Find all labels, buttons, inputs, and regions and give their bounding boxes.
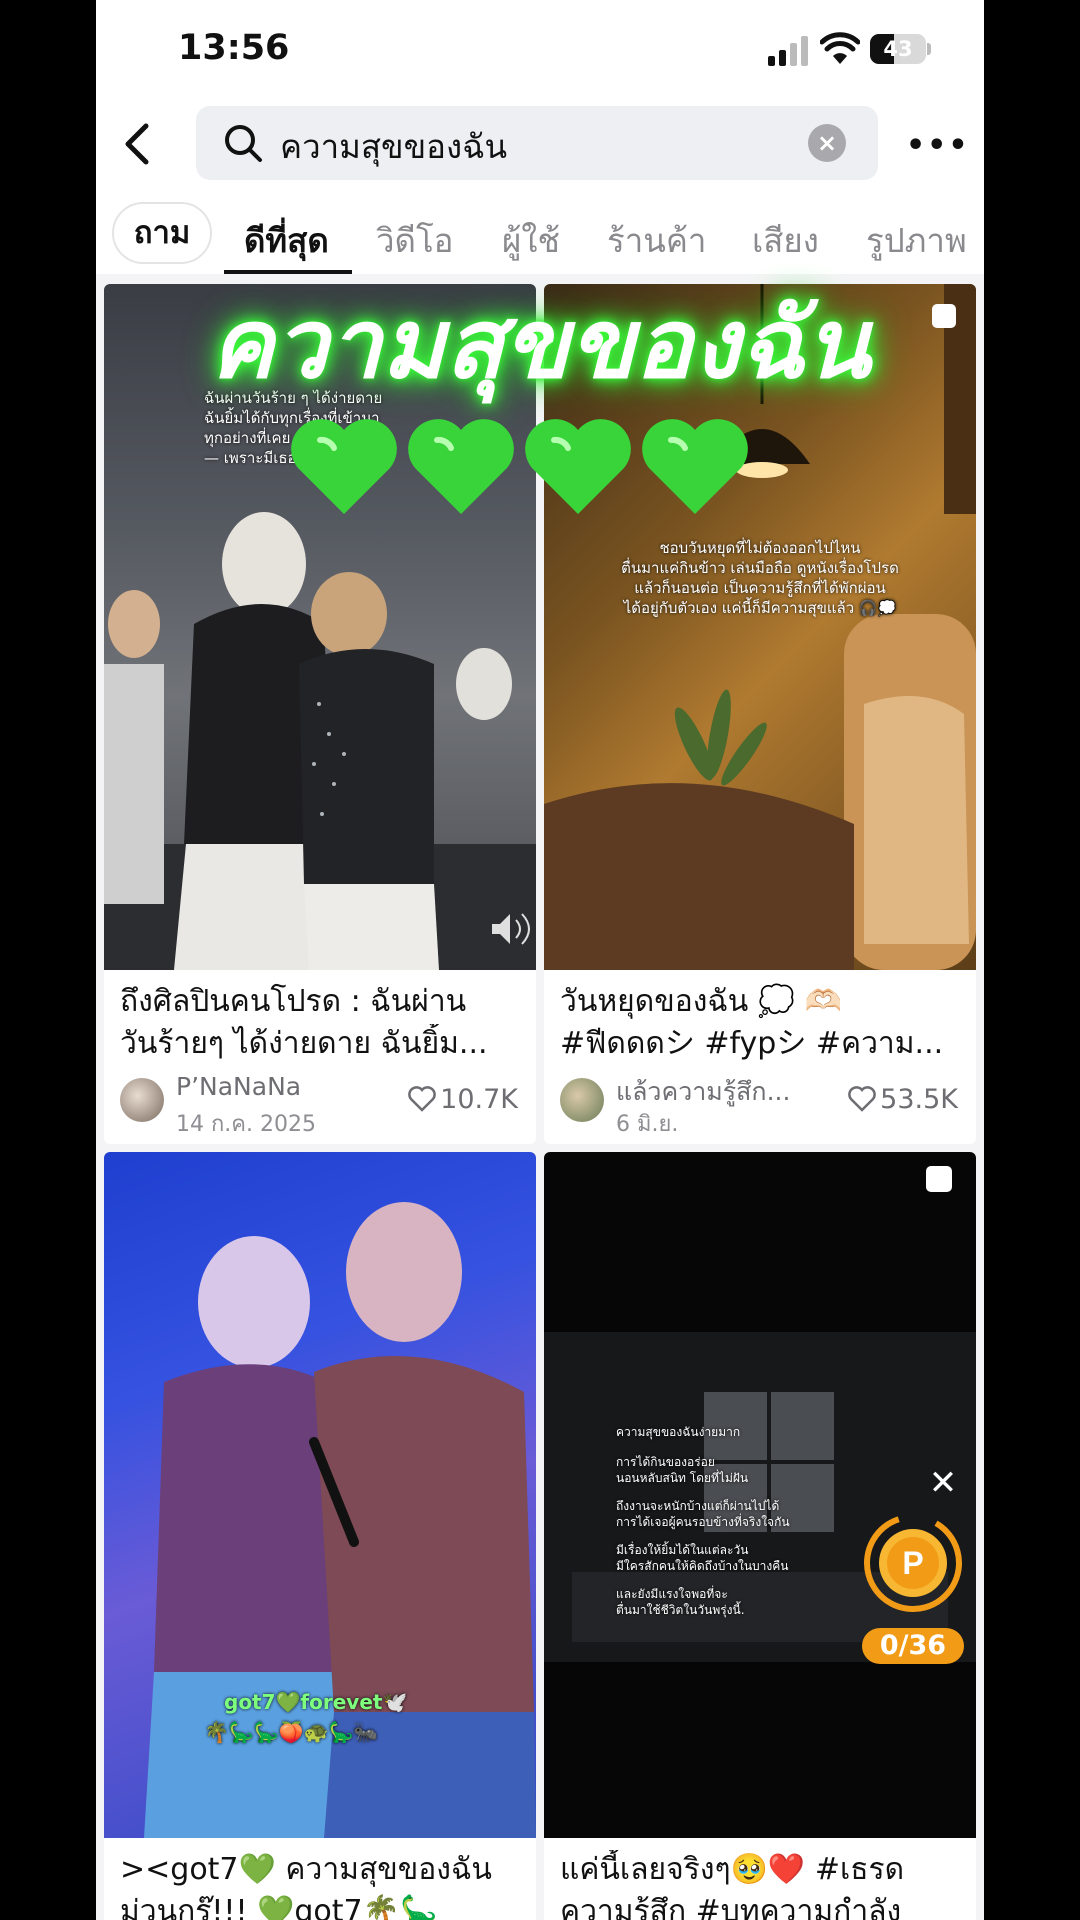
search-icon bbox=[225, 125, 262, 162]
tab-users[interactable]: ผู้ใช้ bbox=[502, 214, 560, 267]
like-count-value: 53.5K bbox=[880, 1084, 958, 1115]
thumbnail-overlay-line: ตื่นมาใช้ชีวิตในวันพรุ่งนี้. bbox=[616, 1603, 745, 1617]
green-heart-icon bbox=[408, 419, 514, 514]
search-query: ความสุขของฉัน bbox=[280, 127, 508, 166]
thumbnail-overlay-line: การได้เจอผู้คนรอบข้างที่จริงใจกัน bbox=[616, 1515, 790, 1529]
card-caption-line-1: ><got7💚 ความสุขของฉัน bbox=[120, 1852, 492, 1887]
green-heart-icon bbox=[291, 419, 397, 514]
thumbnail-overlay-line: ชอบวันหยุดที่ไม่ต้องออกไปไหน bbox=[659, 539, 861, 557]
close-reward-button[interactable]: ✕ bbox=[928, 1466, 958, 1500]
thumbnail-overlay-line: ตื่นมาแค่กินข้าว เล่นมือถือ ดูหนังเรื่อง… bbox=[621, 559, 899, 577]
overlay-hearts bbox=[290, 418, 753, 528]
coin-reward-icon[interactable]: P bbox=[862, 1512, 964, 1614]
tab-videos[interactable]: วิดีโอ bbox=[376, 214, 454, 267]
more-options-icon[interactable]: ••• bbox=[906, 128, 968, 163]
avatar[interactable] bbox=[560, 1078, 604, 1122]
status-bar: 13:56 43 bbox=[96, 0, 984, 100]
reward-progress-count: 0/36 bbox=[862, 1628, 964, 1664]
card-caption-line-1: วันหยุดของฉัน 💭 🫶🏻 bbox=[560, 984, 843, 1019]
overlay-headline: ความสุขของฉัน bbox=[209, 288, 871, 400]
coin-letter: P bbox=[902, 1545, 923, 1581]
result-card[interactable]: got7💚forevet🕊️ 🌴🦕🦕🍑🐢🦕🐜 ><got7💚 ความสุขขอ… bbox=[104, 1152, 536, 1920]
cellular-signal-icon bbox=[768, 36, 808, 66]
heart-outline-icon bbox=[408, 1086, 436, 1112]
battery-tip bbox=[927, 43, 931, 55]
green-heart-icon bbox=[525, 419, 632, 514]
wifi-icon bbox=[820, 32, 860, 64]
thumbnail-overlay-line: การได้กินของอร่อย bbox=[616, 1455, 715, 1469]
thumbnail-overlay-line: และยังมีแรงใจพอที่จะ bbox=[616, 1587, 728, 1601]
video-thumbnail[interactable]: ความสุขของฉันง่ายมาก การได้กินของอร่อย น… bbox=[544, 1152, 976, 1838]
search-header: ความสุขของฉัน × ••• bbox=[96, 100, 984, 196]
tab-shop[interactable]: ร้านค้า bbox=[607, 214, 706, 267]
thumbnail-overlay-line: นอนหลับสนิท โดยที่ไม่ฝัน bbox=[616, 1471, 749, 1485]
search-input[interactable]: ความสุขของฉัน × bbox=[196, 106, 878, 180]
tab-photos[interactable]: รูปภาพ bbox=[866, 214, 967, 267]
card-caption-line-1: ถึงศิลปินคนโปรด : ฉันผ่าน bbox=[120, 984, 467, 1019]
thumbnail-overlay-line: ความสุขของฉันง่ายมาก bbox=[616, 1425, 741, 1439]
clear-search-button[interactable]: × bbox=[808, 124, 846, 162]
like-count[interactable]: 53.5K bbox=[848, 1084, 958, 1115]
thumbnail-overlay-line: มีเรื่องให้ยิ้มได้ในแต่ละวัน bbox=[616, 1543, 749, 1557]
tab-ask[interactable]: ถาม bbox=[112, 202, 212, 264]
post-date: 14 ก.ค. 2025 bbox=[176, 1112, 316, 1137]
thumbnail-overlay-line: ถึงงานจะหนักบ้างแต่ก็ผ่านไปได้ bbox=[616, 1499, 780, 1513]
video-thumbnail[interactable]: got7💚forevet🕊️ 🌴🦕🦕🍑🐢🦕🐜 bbox=[104, 1152, 536, 1838]
card-caption-line-2: ความรู้สึก #บทความกำลัง bbox=[560, 1894, 902, 1920]
search-tabs: ถาม ดีที่สุด วิดีโอ ผู้ใช้ ร้านค้า เสียง… bbox=[96, 196, 984, 274]
card-caption-line-1: แค่นี้เลยจริงๆ🥹❤️ #เธรด bbox=[560, 1852, 905, 1887]
battery-percentage: 43 bbox=[883, 37, 913, 61]
post-date: 6 มิ.ย. bbox=[616, 1112, 679, 1137]
thumbnail-overlay-line: got7💚forevet🕊️ bbox=[224, 1690, 408, 1714]
like-count[interactable]: 10.7K bbox=[408, 1084, 518, 1115]
thumbnail-overlay-line: — เพราะมีเธอ bbox=[204, 449, 297, 467]
card-caption-line-2: #ฟีดดดシ #fypシ #ความ... bbox=[560, 1026, 944, 1061]
battery-icon: 43 bbox=[870, 34, 926, 64]
like-count-value: 10.7K bbox=[440, 1084, 518, 1115]
author-name[interactable]: P’NaNaNa bbox=[176, 1072, 301, 1101]
card-caption-line-2: วันร้ายๆ ได้ง่ายดาย ฉันยิ้ม... bbox=[120, 1026, 488, 1061]
thumbnail-overlay-line: ได้อยู่กับตัวเอง แค่นี้ก็มีความสุขแล้ว 🎧… bbox=[623, 599, 897, 617]
tab-top[interactable]: ดีที่สุด bbox=[244, 214, 329, 267]
green-heart-icon bbox=[642, 419, 749, 514]
thumbnail-overlay-line: ทุกอย่างที่เคย bbox=[204, 429, 291, 447]
tab-sounds[interactable]: เสียง bbox=[752, 214, 819, 267]
thumbnail-overlay-line: 🌴🦕🦕🍑🐢🦕🐜 bbox=[204, 1720, 379, 1744]
heart-outline-icon bbox=[848, 1086, 876, 1112]
dark-room-image bbox=[544, 1166, 976, 1662]
avatar[interactable] bbox=[120, 1078, 164, 1122]
back-arrow-icon[interactable] bbox=[118, 120, 158, 168]
thumbnail-overlay-line: มีใครสักคนให้คิดถึงบ้างในบางคืน bbox=[616, 1559, 789, 1573]
card-caption-line-2: ม่วนกรุ๊!!! 💚got7🌴🦕 bbox=[120, 1894, 438, 1920]
status-time: 13:56 bbox=[178, 28, 290, 68]
thumbnail-overlay-line: แล้วก็นอนต่อ เป็นความรู้สึกที่ได้พักผ่อน bbox=[634, 579, 886, 597]
